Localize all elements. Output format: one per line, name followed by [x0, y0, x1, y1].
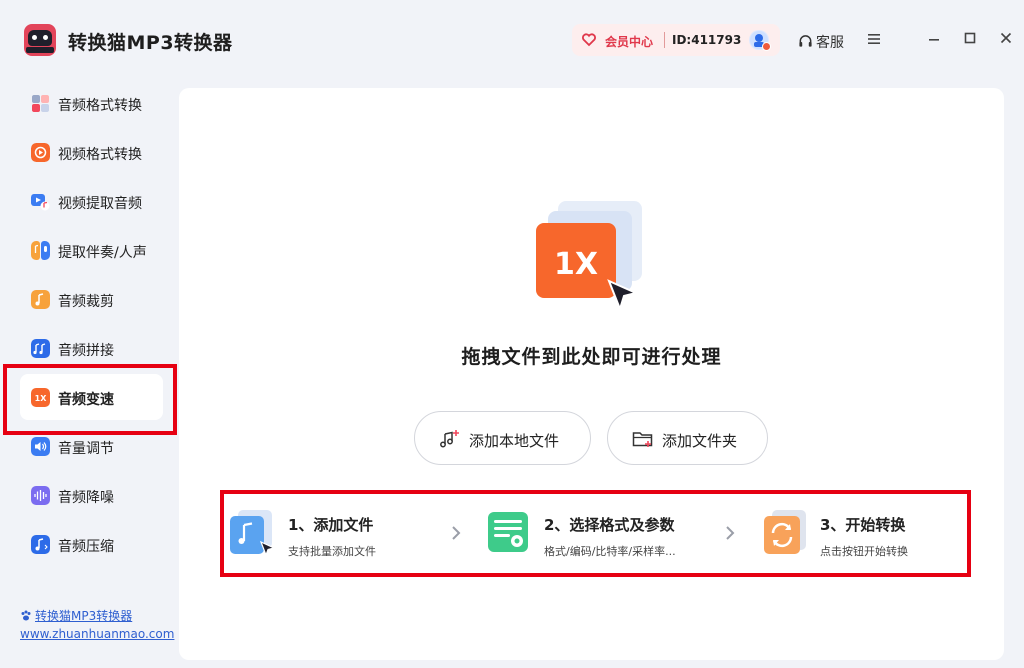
sidebar-item-audio-format[interactable]: 音频格式转换 [20, 80, 163, 126]
sidebar-item-label: 音频裁剪 [58, 294, 114, 310]
app-title: 转换猫MP3转换器 [68, 32, 233, 54]
speed-badge: 1X [554, 247, 598, 282]
customer-service-label: 客服 [816, 35, 844, 51]
maximize-icon[interactable] [962, 30, 978, 46]
sidebar-item-audio-cut[interactable]: 音频裁剪 [20, 276, 163, 322]
highlight-box [3, 364, 177, 435]
sidebar-item-label: 提取伴奏/人声 [58, 245, 147, 261]
footer-url-link[interactable]: www.zhuanhuanmao.com [20, 627, 174, 641]
extract-audio-icon [31, 194, 50, 211]
add-folder-label: 添加文件夹 [662, 432, 738, 450]
app-logo [24, 24, 56, 56]
audio-cut-icon [31, 290, 50, 309]
footer-brand-label: 转换猫MP3转换器 [35, 609, 133, 623]
sidebar-item-extract-audio[interactable]: 视频提取音频 [20, 178, 163, 224]
vip-heart-icon [582, 33, 596, 47]
close-icon[interactable] [998, 30, 1014, 46]
headset-icon [799, 35, 812, 47]
convert-step-icon [764, 510, 806, 554]
vip-center-label: 会员中心 [605, 35, 654, 49]
avatar-badge [762, 42, 771, 51]
sidebar-item-extract-vocal[interactable]: 提取伴奏/人声 [20, 227, 163, 273]
step-title: 1、添加文件 [288, 516, 374, 534]
sidebar-item-label: 视频提取音频 [58, 196, 142, 212]
user-id: ID:411793 [672, 33, 742, 47]
step-desc: 格式/编码/比特率/采样率... [544, 545, 676, 558]
chevron-right-icon [452, 526, 461, 540]
add-local-file-label: 添加本地文件 [469, 432, 560, 450]
drop-title: 拖拽文件到此处即可进行处理 [461, 346, 722, 368]
footer-brand-link[interactable]: 转换猫MP3转换器 [20, 607, 132, 624]
speed-file-illustration: 1X [536, 201, 642, 313]
step-title: 3、开始转换 [820, 516, 906, 534]
audio-format-icon [32, 95, 49, 112]
volume-icon [31, 437, 50, 456]
add-file-step-icon [230, 510, 276, 556]
divider [664, 32, 665, 48]
step-desc: 支持批量添加文件 [288, 545, 376, 558]
extract-vocal-icon [31, 241, 50, 260]
chevron-right-icon [726, 526, 735, 540]
step-start-convert: 3、开始转换 点击按钮开始转换 [756, 494, 966, 573]
step-add-file: 1、添加文件 支持批量添加文件 [224, 494, 434, 573]
add-folder-icon [632, 432, 653, 447]
sidebar-item-label: 音频格式转换 [58, 98, 142, 114]
sidebar-item-label: 音频拼接 [58, 343, 114, 359]
step-title: 2、选择格式及参数 [544, 516, 675, 534]
sidebar-item-label: 音量调节 [58, 441, 114, 457]
paw-icon [21, 610, 31, 621]
sidebar-item-label: 视频格式转换 [58, 147, 142, 163]
steps-guide: 1、添加文件 支持批量添加文件 2、选择格式及参数 格式/编码/比特率/采样率.… [220, 490, 971, 577]
add-folder-button[interactable]: 添加文件夹 [607, 411, 768, 465]
sidebar-item-denoise[interactable]: 音频降噪 [20, 472, 163, 518]
sidebar-item-label: 音频降噪 [58, 490, 114, 506]
sidebar-item-compress[interactable]: 音频压缩 [20, 521, 163, 567]
compress-icon [31, 535, 50, 554]
sidebar-item-label: 音频压缩 [58, 539, 114, 555]
video-format-icon [31, 143, 50, 162]
minimize-icon[interactable] [926, 30, 942, 46]
title-bar: 转换猫MP3转换器 会员中心 ID:411793 客服 [0, 0, 1024, 80]
format-settings-step-icon [488, 512, 528, 552]
add-music-file-icon [440, 430, 459, 448]
avatar[interactable] [749, 30, 771, 51]
audio-join-icon [31, 339, 50, 358]
sidebar-item-video-format[interactable]: 视频格式转换 [20, 129, 163, 175]
menu-icon[interactable] [866, 31, 882, 47]
add-local-file-button[interactable]: 添加本地文件 [414, 411, 591, 465]
step-desc: 点击按钮开始转换 [820, 545, 908, 558]
customer-service-button[interactable]: 客服 [798, 32, 844, 52]
vip-center-button[interactable]: 会员中心 ID:411793 [572, 24, 780, 56]
denoise-icon [31, 486, 50, 505]
step-select-format: 2、选择格式及参数 格式/编码/比特率/采样率... [480, 494, 690, 573]
